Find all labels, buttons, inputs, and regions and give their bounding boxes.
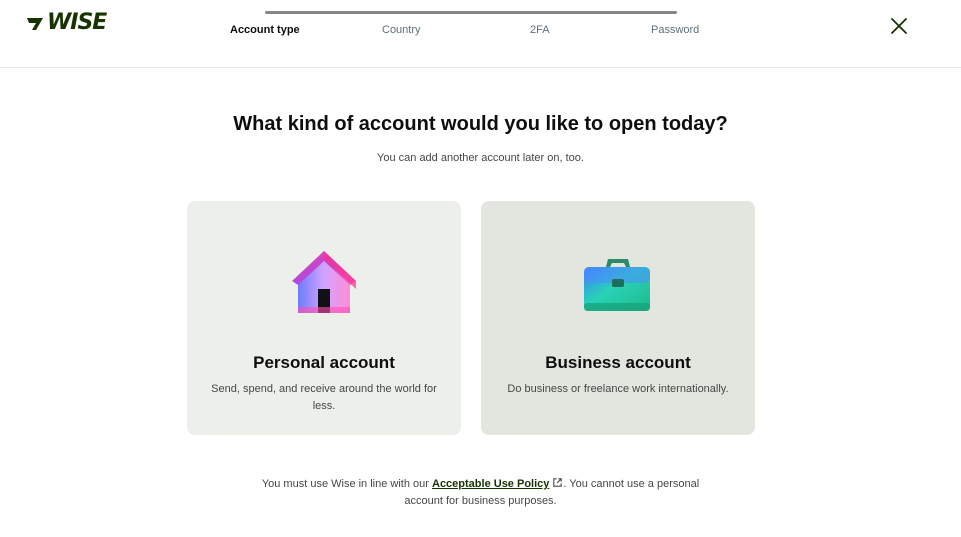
page-title: What kind of account would you like to o… <box>233 113 728 135</box>
step-country: Country <box>382 24 421 36</box>
top-bar: WISE Account type Country 2FA Password <box>0 0 961 68</box>
close-icon[interactable] <box>888 15 910 37</box>
wise-wordmark: WISE <box>47 10 107 35</box>
wise-logo[interactable]: WISE <box>26 10 107 35</box>
stepper-progress-track <box>265 11 677 14</box>
business-account-card[interactable]: Business account Do business or freelanc… <box>481 201 755 435</box>
signup-stepper: Account type Country 2FA Password <box>230 0 705 68</box>
step-account-type: Account type <box>230 24 300 36</box>
external-link-icon <box>553 478 563 487</box>
step-password: Password <box>651 24 700 36</box>
page-subtitle: You can add another account later on, to… <box>377 152 584 164</box>
wise-flag-icon <box>27 17 43 30</box>
acceptable-use-policy-link[interactable]: Acceptable Use Policy <box>432 478 563 490</box>
personal-account-card[interactable]: Personal account Send, spend, and receiv… <box>187 201 461 435</box>
personal-account-title: Personal account <box>253 353 395 372</box>
house-icon <box>292 251 356 313</box>
note-text-before: You must use Wise in line with our <box>261 478 429 490</box>
business-account-description: Do business or freelance work internatio… <box>507 383 729 395</box>
personal-account-description: Send, spend, and receive around the worl… <box>211 383 437 412</box>
step-2fa: 2FA <box>530 24 550 36</box>
acceptable-use-note: You must use Wise in line with our Accep… <box>250 476 711 510</box>
policy-link-label: Acceptable Use Policy <box>432 478 550 490</box>
business-account-title: Business account <box>545 353 691 372</box>
briefcase-icon <box>584 259 650 311</box>
